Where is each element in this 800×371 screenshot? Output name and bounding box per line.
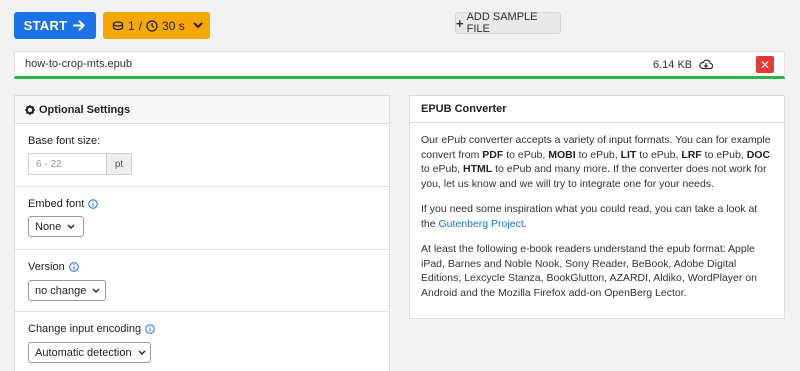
version-select[interactable]: no change	[28, 280, 106, 301]
start-button[interactable]: START	[14, 12, 96, 39]
optional-settings-header: Optional Settings	[15, 96, 389, 124]
converter-info-title: EPUB Converter	[421, 103, 507, 115]
embed-font-label-wrap: Embed font	[28, 198, 99, 210]
encoding-setting: Change input encoding Automatic detectio…	[15, 311, 389, 371]
base-font-field[interactable]: 6 - 22	[29, 154, 107, 174]
select-arrow-icon	[67, 224, 75, 229]
arrow-right-icon	[73, 20, 86, 31]
start-button-label: START	[23, 18, 68, 33]
select-arrow-icon	[138, 350, 146, 355]
time-limit: 30 s	[162, 18, 185, 33]
cloud-download-icon[interactable]	[699, 58, 713, 70]
file-size: 6.14 KB	[653, 59, 693, 71]
close-icon: ✕	[759, 57, 771, 72]
base-font-setting: Base font size: 6 - 22 pt	[15, 124, 389, 186]
coins-icon	[112, 20, 124, 30]
converter-inspiration: If you need some inspiration what you co…	[421, 203, 758, 230]
gutenberg-project-link[interactable]: Gutenberg Project	[439, 218, 524, 230]
base-font-input[interactable]: 6 - 22 pt	[28, 153, 132, 175]
embed-font-select[interactable]: None	[28, 216, 84, 237]
conversions-dropdown-button[interactable]: 1 / 30 s	[103, 12, 210, 39]
optional-settings-title: Optional Settings	[39, 103, 131, 116]
conversions-count: 1	[128, 18, 135, 33]
add-sample-file-label: ADD SAMPLE FILE	[466, 11, 538, 35]
info-icon[interactable]	[68, 262, 79, 272]
embed-font-value: None	[35, 220, 62, 233]
info-icon[interactable]	[145, 324, 155, 334]
conversions-separator: /	[138, 18, 143, 33]
plus-icon: +	[456, 15, 464, 31]
encoding-value: Automatic detection	[35, 346, 132, 359]
info-icon[interactable]	[88, 199, 99, 209]
version-label-wrap: Version	[28, 261, 79, 273]
file-name: how-to-crop-mts.epub	[25, 58, 132, 70]
version-setting: Version no change	[15, 249, 389, 311]
encoding-select[interactable]: Automatic detection	[28, 342, 151, 363]
converter-info-panel: EPUB Converter Our ePub converter accept…	[409, 95, 785, 319]
converter-info-body: Our ePub converter accepts a variety of …	[410, 123, 784, 300]
base-font-label: Base font size:	[28, 135, 101, 147]
embed-font-setting: Embed font None	[15, 186, 389, 249]
version-label: Version	[28, 261, 65, 273]
version-value: no change	[35, 284, 87, 297]
embed-font-label: Embed font	[28, 198, 85, 210]
converter-info-header: EPUB Converter	[410, 96, 784, 123]
optional-settings-panel: Optional Settings Base font size: 6 - 22…	[14, 95, 390, 371]
converter-readers: At least the following e-book readers un…	[421, 243, 757, 299]
encoding-label-wrap: Change input encoding	[28, 323, 155, 335]
encoding-label: Change input encoding	[28, 323, 142, 335]
file-row: how-to-crop-mts.epub 6.14 KB ✕	[14, 51, 785, 79]
clock-icon	[146, 19, 158, 32]
base-font-unit: pt	[107, 154, 131, 174]
gear-icon	[25, 104, 35, 115]
chevron-down-icon	[193, 22, 203, 29]
remove-file-button[interactable]: ✕	[756, 56, 774, 73]
select-arrow-icon	[92, 288, 100, 293]
converter-description: Our ePub converter accepts a variety of …	[421, 134, 771, 190]
add-sample-file-button[interactable]: + ADD SAMPLE FILE	[455, 11, 561, 35]
